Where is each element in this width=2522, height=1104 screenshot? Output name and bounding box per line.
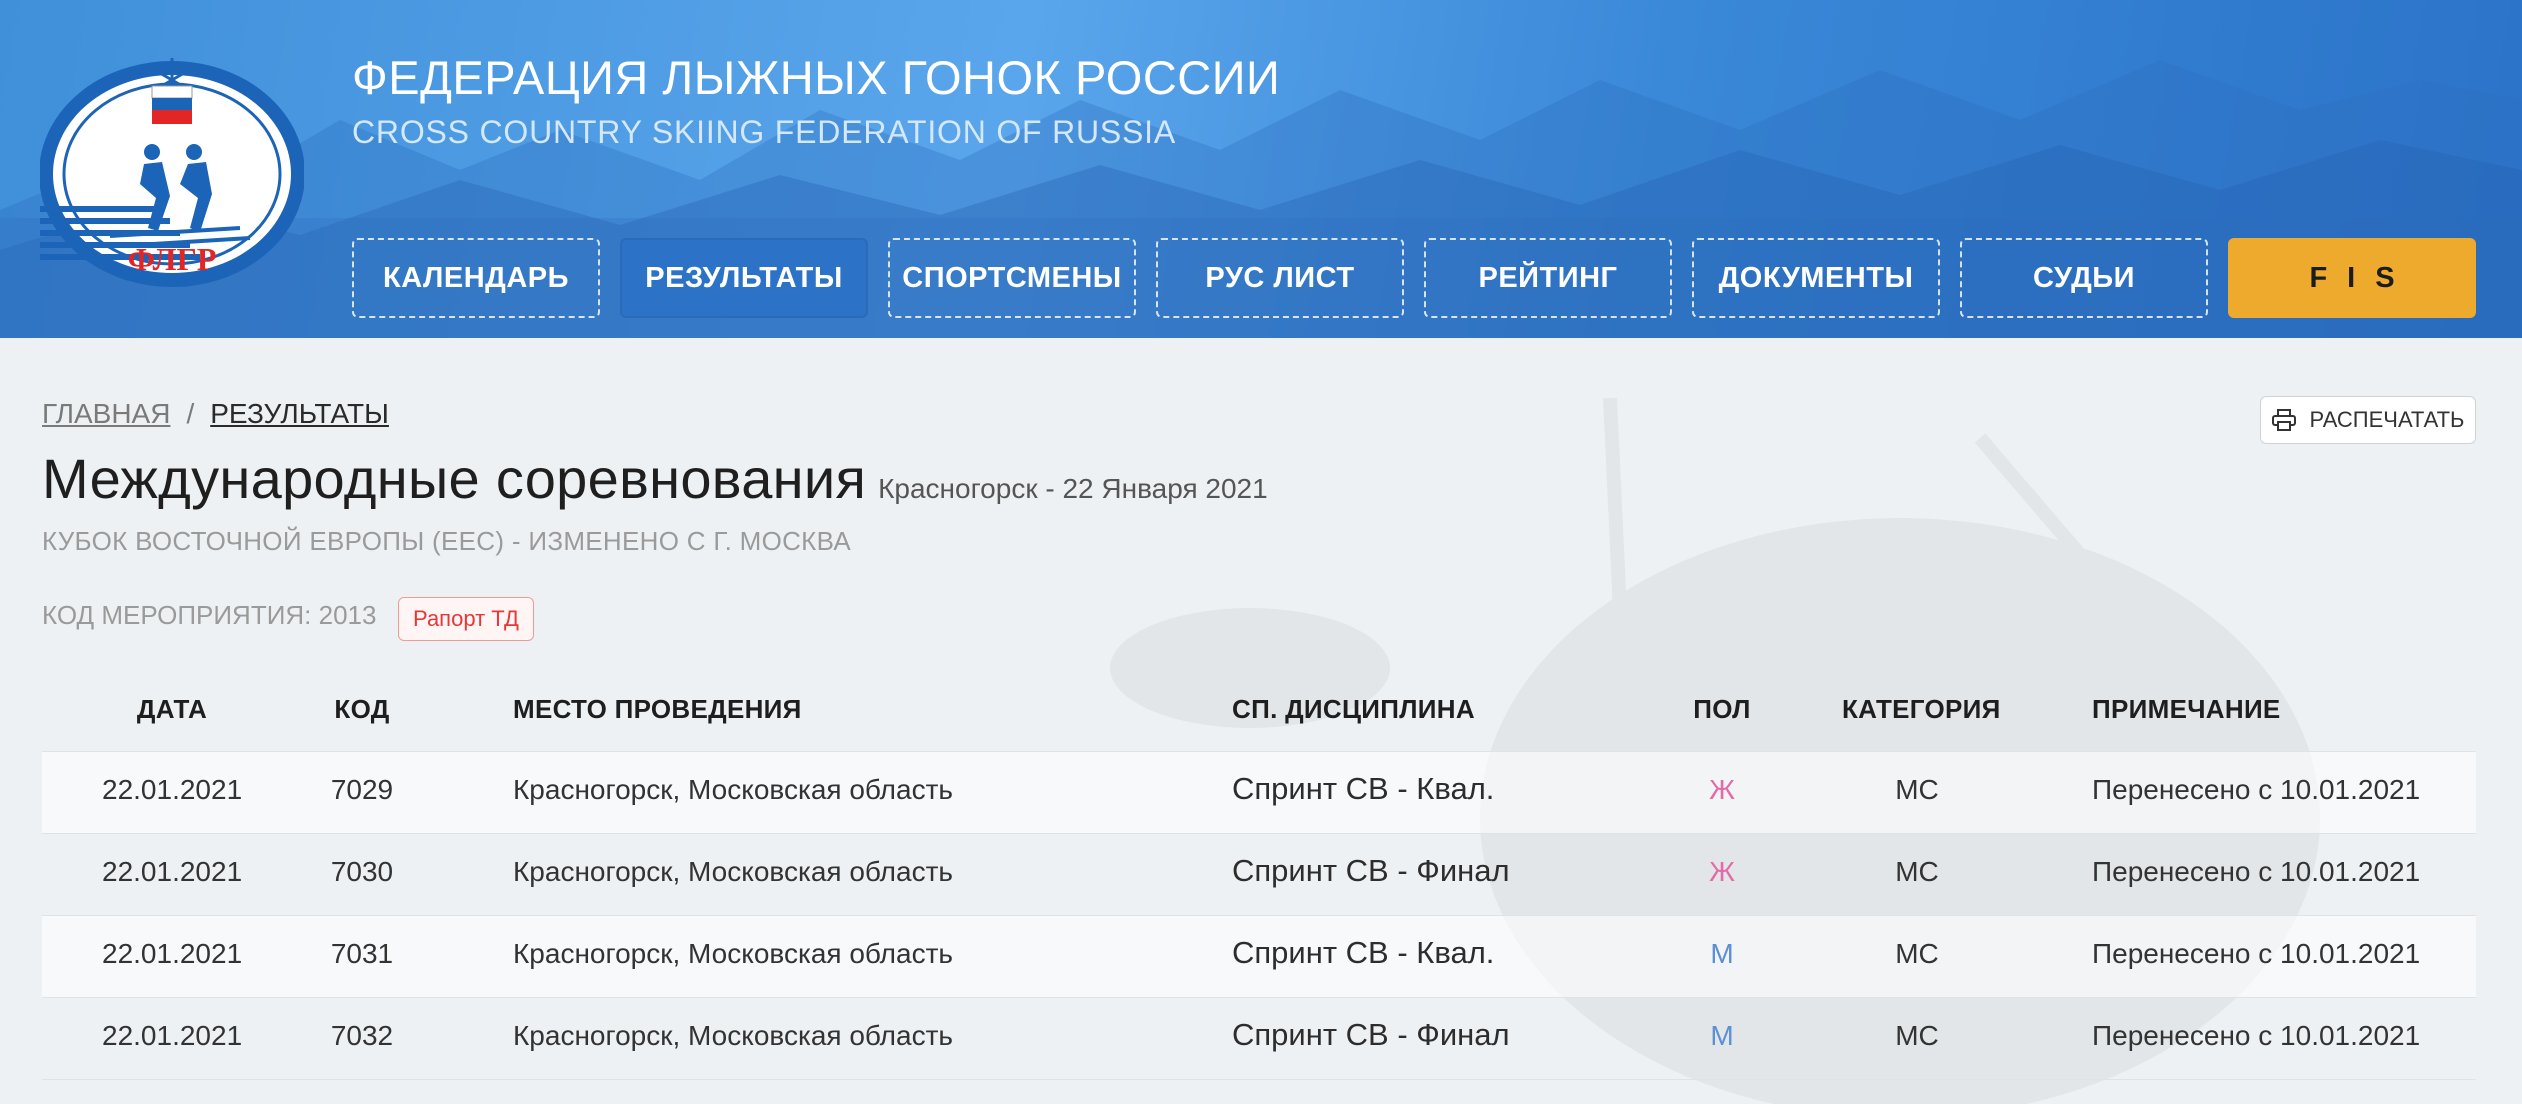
breadcrumb: ГЛАВНАЯ / РЕЗУЛЬТАТЫ [42,398,389,430]
cell-date: 22.01.2021 [102,1020,243,1051]
flgr-logo[interactable]: ФЛГР [40,56,304,288]
cell-sex: М [1710,938,1734,969]
cell-discipline-link[interactable]: Спринт СВ - Финал [1232,853,1510,889]
header-place: МЕСТО ПРОВЕДЕНИЯ [513,694,802,724]
header-category: КАТЕГОРИЯ [1842,694,2001,724]
cell-category: МС [1895,856,1939,887]
cell-code: 7031 [330,938,394,969]
cell-category: МС [1895,938,1939,969]
breadcrumb-separator: / [186,398,195,429]
site-title: ФЕДЕРАЦИЯ ЛЫЖНЫХ ГОНОК РОССИИ [352,51,1281,104]
cell-code: 7029 [330,774,394,805]
cell-category: МС [1895,1020,1939,1051]
site-header: ФЛГР ФЕДЕРАЦИЯ ЛЫЖНЫХ ГОНОК РОССИИ CROSS… [0,0,2522,338]
cell-date: 22.01.2021 [102,856,243,887]
cell-note: Перенесено с 10.01.2021 [2092,938,2421,969]
cell-code: 7032 [330,1020,394,1051]
cell-note: Перенесено с 10.01.2021 [2092,856,2421,887]
cell-note: Перенесено с 10.01.2021 [2092,774,2421,805]
cell-date: 22.01.2021 [102,938,243,969]
cell-discipline-link[interactable]: Спринт СВ - Финал [1232,1017,1510,1053]
site-subtitle: CROSS COUNTRY SKIING FEDERATION OF RUSSI… [352,114,1177,150]
cell-discipline-link[interactable]: Спринт СВ - Квал. [1232,771,1494,807]
cell-sex: Ж [1709,856,1735,887]
svg-text:ФЛГР: ФЛГР [128,241,217,277]
breadcrumb-home-link[interactable]: ГЛАВНАЯ [42,398,170,429]
table-row[interactable]: 22.01.2021 7031 Красногорск, Московская … [42,916,2476,998]
table-row[interactable]: 22.01.2021 7032 Красногорск, Московская … [42,998,2476,1080]
cell-discipline-link[interactable]: Спринт СВ - Квал. [1232,935,1494,971]
cell-code: 7030 [330,856,394,887]
cell-sex: Ж [1709,774,1735,805]
nav-rus-list[interactable]: РУС ЛИСТ [1156,238,1404,318]
breadcrumb-results-link[interactable]: РЕЗУЛЬТАТЫ [210,398,389,429]
nav-fis[interactable]: FIS [2228,238,2476,318]
header-note: ПРИМЕЧАНИЕ [2092,694,2281,724]
print-button-label: РАСПЕЧАТАТЬ [2309,407,2465,432]
cell-date: 22.01.2021 [102,774,243,805]
cell-place: Красногорск, Московская область [513,856,954,887]
cup-name: КУБОК ВОСТОЧНОЙ ЕВРОПЫ (EEC) - ИЗМЕНЕНО … [42,526,852,556]
nav-judges[interactable]: СУДЬИ [1960,238,2208,318]
table-header: ДАТА КОД МЕСТО ПРОВЕДЕНИЯ СП. ДИСЦИПЛИНА… [42,672,2476,752]
header-code: КОД [334,694,390,724]
nav-results[interactable]: РЕЗУЛЬТАТЫ [620,238,868,318]
table-row[interactable]: 22.01.2021 7030 Красногорск, Московская … [42,834,2476,916]
event-code: КОД МЕРОПРИЯТИЯ: 2013 [42,600,377,630]
print-button[interactable]: РАСПЕЧАТАТЬ [2260,396,2476,444]
nav-calendar[interactable]: КАЛЕНДАРЬ [352,238,600,318]
cell-note: Перенесено с 10.01.2021 [2092,1020,2421,1051]
page-title: Международные соревнования Красногорск - … [42,446,1268,511]
cell-sex: М [1710,1020,1734,1051]
td-report-button[interactable]: Рапорт ТД [398,597,534,641]
header-date: ДАТА [136,694,208,724]
printer-icon [2271,409,2296,431]
header-sex: ПОЛ [1693,694,1751,724]
competitions-table: ДАТА КОД МЕСТО ПРОВЕДЕНИЯ СП. ДИСЦИПЛИНА… [42,672,2476,1080]
nav-athletes[interactable]: СПОРТСМЕНЫ [888,238,1136,318]
cell-place: Красногорск, Московская область [513,1020,954,1051]
nav-rating[interactable]: РЕЙТИНГ [1424,238,1672,318]
table-row[interactable]: 22.01.2021 7029 Красногорск, Московская … [42,752,2476,834]
header-discipline: СП. ДИСЦИПЛИНА [1232,694,1475,724]
event-title: Международные соревнования [42,447,867,510]
event-location-date: Красногорск - 22 Января 2021 [878,473,1268,504]
cell-place: Красногорск, Московская область [513,938,954,969]
cell-category: МС [1895,774,1939,805]
nav-documents[interactable]: ДОКУМЕНТЫ [1692,238,1940,318]
cell-place: Красногорск, Московская область [513,774,954,805]
